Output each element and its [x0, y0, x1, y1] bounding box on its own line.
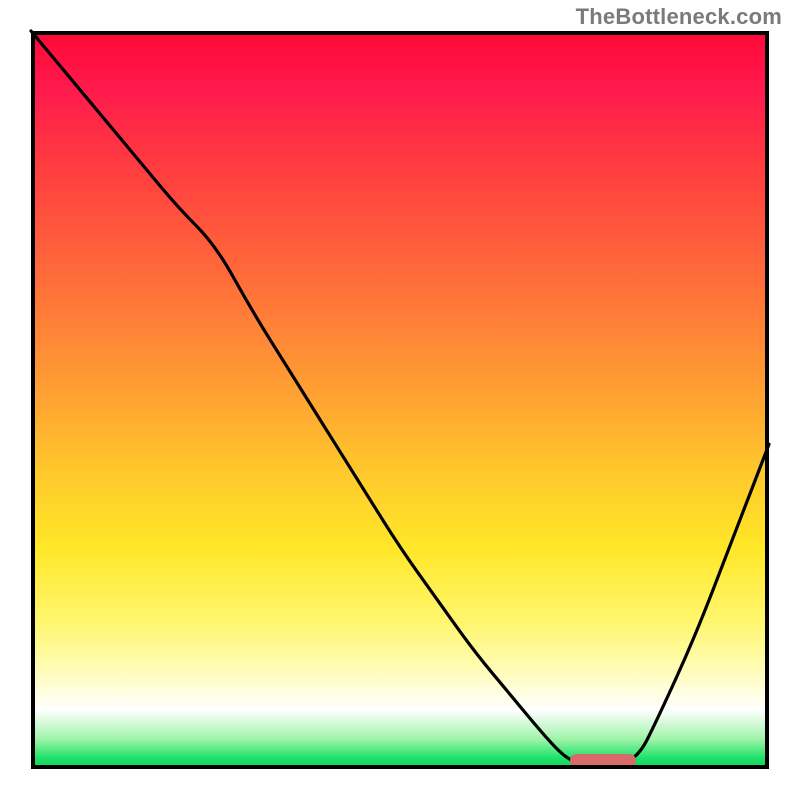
watermark-label: TheBottleneck.com: [576, 4, 782, 30]
chart-container: TheBottleneck.com: [0, 0, 800, 800]
series-curve: [31, 31, 769, 767]
minimum-marker: [570, 754, 636, 767]
plot-area: [31, 31, 769, 769]
curve-svg: [31, 31, 769, 769]
